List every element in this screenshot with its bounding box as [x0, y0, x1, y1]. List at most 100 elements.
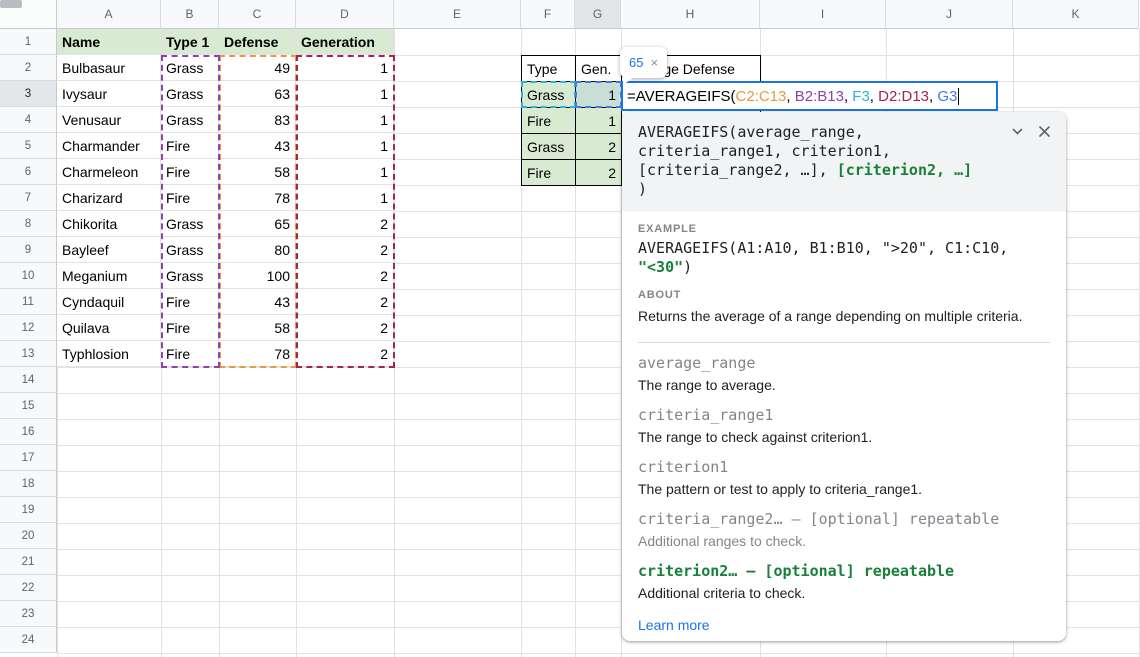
row-header-6[interactable]: 6 — [0, 159, 57, 185]
cell-G2[interactable]: Gen. — [576, 56, 622, 82]
collapse-chevron-icon[interactable] — [1010, 124, 1025, 139]
row-header-20[interactable]: 20 — [0, 523, 57, 549]
row-header-14[interactable]: 14 — [0, 367, 57, 393]
cell-D13[interactable]: 2 — [296, 341, 394, 367]
cell-A11[interactable]: Cyndaquil — [57, 289, 161, 315]
cell-A9[interactable]: Bayleef — [57, 237, 161, 263]
row-header-12[interactable]: 12 — [0, 315, 57, 341]
row-header-22[interactable]: 22 — [0, 575, 57, 601]
row-header-4[interactable]: 4 — [0, 107, 57, 133]
row-header-8[interactable]: 8 — [0, 211, 57, 237]
cell-F6[interactable]: Fire — [522, 160, 576, 186]
cell-F5[interactable]: Grass — [522, 134, 576, 160]
cell-D5[interactable]: 1 — [296, 133, 394, 159]
cell-G3[interactable]: 1 — [576, 82, 622, 108]
row-header-1[interactable]: 1 — [0, 29, 57, 55]
cell-D4[interactable]: 1 — [296, 107, 394, 133]
select-all-corner[interactable] — [0, 0, 57, 29]
row-header-17[interactable]: 17 — [0, 445, 57, 471]
cell-C11[interactable]: 43 — [219, 289, 296, 315]
cell-B2[interactable]: Grass — [161, 55, 219, 81]
header-cell-D1[interactable]: Generation — [296, 29, 394, 55]
cell-C6[interactable]: 58 — [219, 159, 296, 185]
cell-B11[interactable]: Fire — [161, 289, 219, 315]
row-header-18[interactable]: 18 — [0, 471, 57, 497]
cell-C7[interactable]: 78 — [219, 185, 296, 211]
cell-B5[interactable]: Fire — [161, 133, 219, 159]
row-header-2[interactable]: 2 — [0, 55, 57, 81]
cell-B12[interactable]: Fire — [161, 315, 219, 341]
cell-A3[interactable]: Ivysaur — [57, 81, 161, 107]
row-header-21[interactable]: 21 — [0, 549, 57, 575]
cell-B3[interactable]: Grass — [161, 81, 219, 107]
cell-F2[interactable]: Type — [522, 56, 576, 82]
cell-D2[interactable]: 1 — [296, 55, 394, 81]
row-header-24[interactable]: 24 — [0, 627, 57, 653]
cell-A10[interactable]: Meganium — [57, 263, 161, 289]
column-header-F[interactable]: F — [521, 0, 575, 29]
header-cell-C1[interactable]: Defense — [219, 29, 296, 55]
cell-A4[interactable]: Venusaur — [57, 107, 161, 133]
row-header-7[interactable]: 7 — [0, 185, 57, 211]
cell-D10[interactable]: 2 — [296, 263, 394, 289]
row-header-13[interactable]: 13 — [0, 341, 57, 367]
cell-D3[interactable]: 1 — [296, 81, 394, 107]
cell-D11[interactable]: 2 — [296, 289, 394, 315]
column-header-E[interactable]: E — [394, 0, 521, 29]
cell-C3[interactable]: 63 — [219, 81, 296, 107]
cell-B9[interactable]: Grass — [161, 237, 219, 263]
cell-A8[interactable]: Chikorita — [57, 211, 161, 237]
cell-F3[interactable]: Grass — [522, 82, 576, 108]
cell-C12[interactable]: 58 — [219, 315, 296, 341]
cell-B10[interactable]: Grass — [161, 263, 219, 289]
cell-B6[interactable]: Fire — [161, 159, 219, 185]
row-header-3[interactable]: 3 — [0, 81, 57, 107]
row-header-19[interactable]: 19 — [0, 497, 57, 523]
cell-D7[interactable]: 1 — [296, 185, 394, 211]
cell-C9[interactable]: 80 — [219, 237, 296, 263]
row-header-10[interactable]: 10 — [0, 263, 57, 289]
cell-A2[interactable]: Bulbasaur — [57, 55, 161, 81]
column-header-A[interactable]: A — [57, 0, 161, 29]
cell-C8[interactable]: 65 — [219, 211, 296, 237]
cell-F4[interactable]: Fire — [522, 108, 576, 134]
cell-A7[interactable]: Charizard — [57, 185, 161, 211]
cell-C10[interactable]: 100 — [219, 263, 296, 289]
row-header-5[interactable]: 5 — [0, 133, 57, 159]
cell-A12[interactable]: Quilava — [57, 315, 161, 341]
preview-close-icon[interactable]: × — [650, 55, 658, 70]
row-header-15[interactable]: 15 — [0, 393, 57, 419]
column-header-H[interactable]: H — [621, 0, 760, 29]
cell-D6[interactable]: 1 — [296, 159, 394, 185]
column-header-B[interactable]: B — [161, 0, 219, 29]
cell-A5[interactable]: Charmander — [57, 133, 161, 159]
cell-C13[interactable]: 78 — [219, 341, 296, 367]
column-header-C[interactable]: C — [219, 0, 296, 29]
row-header-11[interactable]: 11 — [0, 289, 57, 315]
cell-D8[interactable]: 2 — [296, 211, 394, 237]
column-header-D[interactable]: D — [296, 0, 394, 29]
cell-C4[interactable]: 83 — [219, 107, 296, 133]
cell-D12[interactable]: 2 — [296, 315, 394, 341]
cell-G5[interactable]: 2 — [576, 134, 622, 160]
cell-D9[interactable]: 2 — [296, 237, 394, 263]
column-header-K[interactable]: K — [1013, 0, 1139, 29]
formula-editor[interactable]: =AVERAGEIFS(C2:C13, B2:B13, F3, D2:D13, … — [621, 81, 998, 111]
row-header-16[interactable]: 16 — [0, 419, 57, 445]
header-cell-B1[interactable]: Type 1 — [161, 29, 219, 55]
row-header-9[interactable]: 9 — [0, 237, 57, 263]
cell-B8[interactable]: Grass — [161, 211, 219, 237]
popup-close-icon[interactable] — [1037, 124, 1052, 139]
column-header-J[interactable]: J — [886, 0, 1013, 29]
column-header-I[interactable]: I — [760, 0, 886, 29]
row-header-23[interactable]: 23 — [0, 601, 57, 627]
cell-A13[interactable]: Typhlosion — [57, 341, 161, 367]
cell-C5[interactable]: 43 — [219, 133, 296, 159]
column-header-G[interactable]: G — [575, 0, 621, 29]
cell-B4[interactable]: Grass — [161, 107, 219, 133]
cell-B7[interactable]: Fire — [161, 185, 219, 211]
cell-C2[interactable]: 49 — [219, 55, 296, 81]
cell-B13[interactable]: Fire — [161, 341, 219, 367]
header-cell-A1[interactable]: Name — [57, 29, 161, 55]
cell-G6[interactable]: 2 — [576, 160, 622, 186]
